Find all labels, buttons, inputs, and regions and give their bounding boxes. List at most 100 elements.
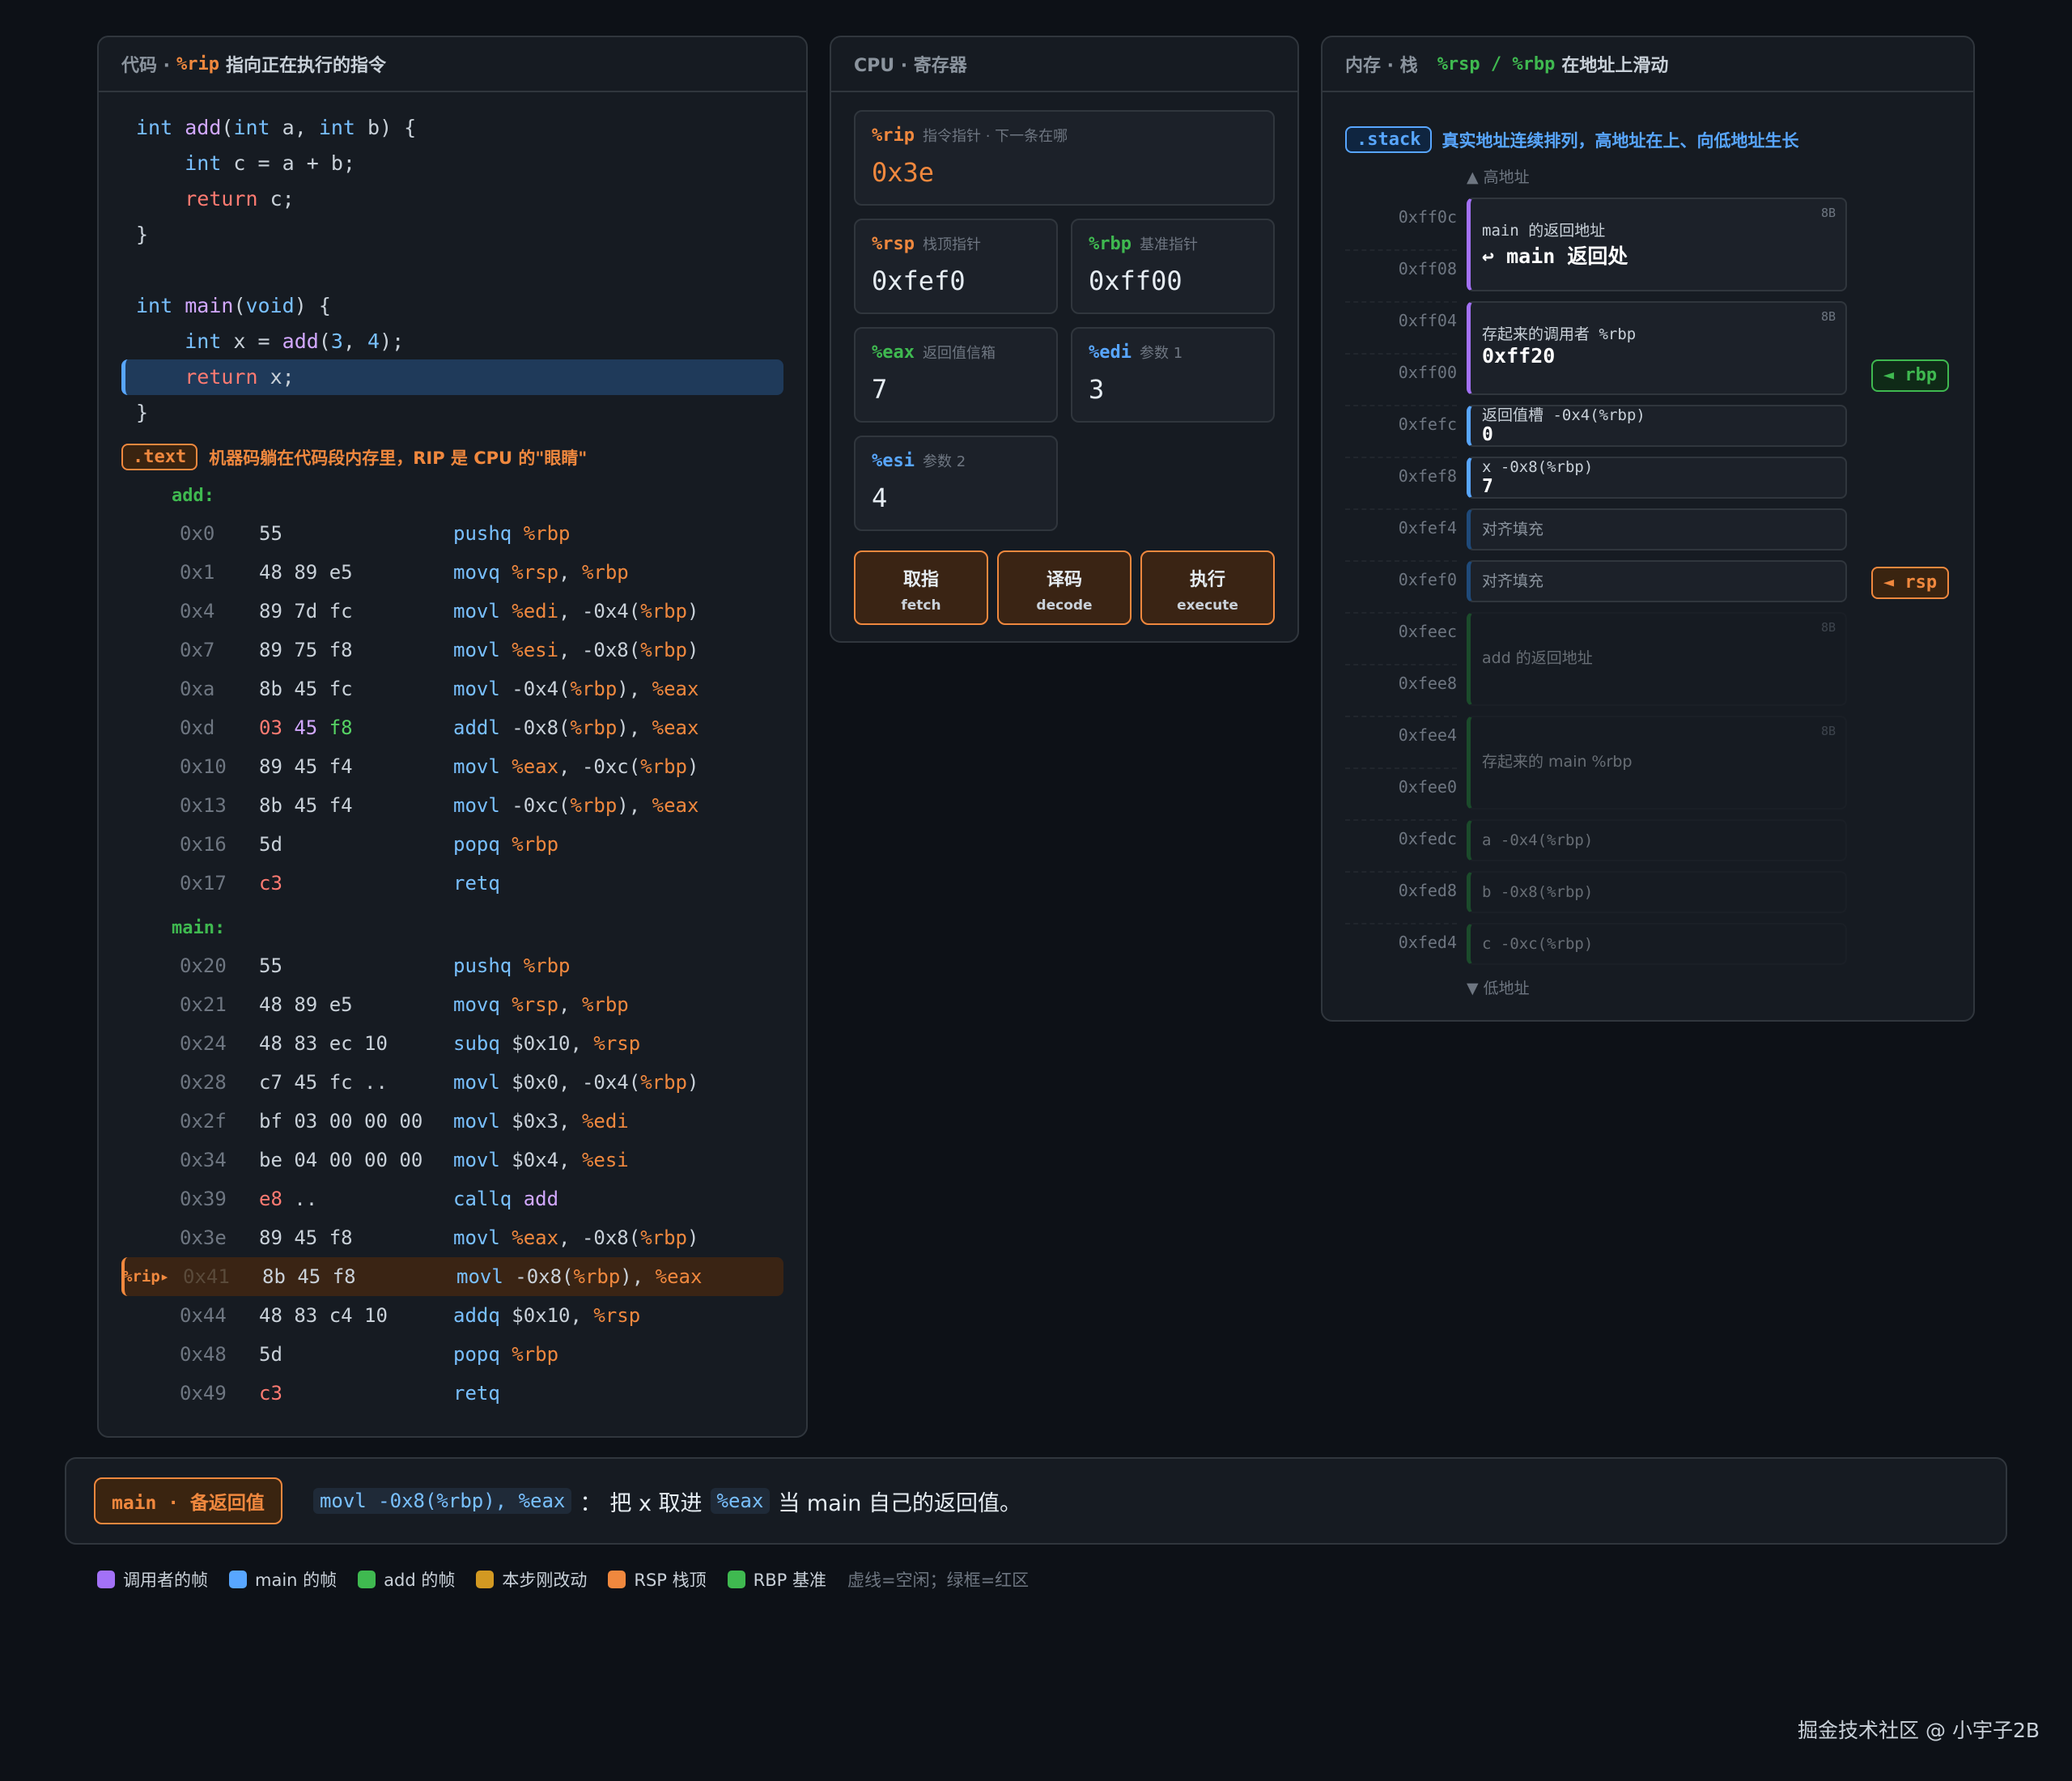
legend-item: main 的帧 (229, 1567, 337, 1592)
button-sublabel: execute (1177, 597, 1238, 614)
asm-row: 0x16 5d popq %rbp (121, 825, 783, 864)
code-panel-header: 代码 · %rip 指向正在执行的指令 (99, 37, 806, 92)
asm-row: 0x0 55 pushq %rbp (121, 514, 783, 553)
reg-name: %rsp (872, 234, 915, 254)
asm-row: 0x1 48 89 e5 movq %rsp, %rbp (121, 553, 783, 592)
mem-head-regs: %rsp / %rbp (1437, 53, 1556, 74)
asm-instruction: movl $0x3, %edi (453, 1110, 629, 1133)
asm-row: 0x3e 89 45 f8 movl %eax, -0x8(%rbp) (121, 1218, 783, 1257)
stack-slot-main-return: main 的返回地址 ↩ main 返回处 8B (1467, 198, 1847, 291)
code-head-prefix: 代码 · (121, 56, 171, 76)
stack-slot-padding-1: 对齐填充 (1467, 508, 1847, 550)
asm-bytes: 8b 45 f4 (259, 794, 353, 817)
asm-instruction: callq add (453, 1188, 559, 1210)
asm-address: 0x2f (180, 1110, 227, 1133)
memory-address: 0xfee4 (1398, 725, 1457, 745)
reg-desc: 参数 2 (922, 453, 966, 470)
asm-row: 0x20 55 pushq %rbp (121, 946, 783, 985)
source-line: int x = add(3, 4); (185, 329, 405, 353)
legend-item: RSP 栈顶 (608, 1567, 707, 1592)
memory-address: 0xff08 (1398, 259, 1457, 278)
asm-address: 0x7 (180, 639, 215, 661)
source-line: int add(int a, int b) { (136, 116, 417, 139)
stack-slot-saved-main-rbp: 存起来的 main %rbp 8B (1467, 716, 1847, 810)
asm-row: 0x21 48 89 e5 movq %rsp, %rbp (121, 985, 783, 1024)
button-label: 译码 (1046, 570, 1082, 590)
status-bar: main · 备返回值 movl -0x8(%rbp), %eax ： 把 x … (65, 1457, 2007, 1545)
legend-swatch (608, 1571, 626, 1588)
asm-address: 0x17 (180, 872, 227, 895)
asm-row: 0x48 5d popq %rbp (121, 1335, 783, 1374)
text-section-desc: 机器码躺在代码段内存里，RIP 是 CPU 的"眼睛" (209, 448, 588, 468)
stack-desc: 真实地址连续排列，高地址在上、向低地址生长 (1441, 130, 1799, 151)
asm-address: 0x44 (180, 1304, 227, 1327)
asm-instruction: movl -0x4(%rbp), %eax (453, 678, 699, 700)
asm-address: 0x4 (180, 600, 215, 623)
register-edi: %edi 参数 1 3 (1071, 327, 1275, 423)
asm-row: 0x13 8b 45 f4 movl -0xc(%rbp), %eax (121, 786, 783, 825)
asm-bytes: 8b 45 f8 (262, 1265, 356, 1288)
stack-slot-c: c -0xc(%rbp) (1467, 923, 1847, 965)
slot-label: 存起来的 main %rbp (1482, 753, 1633, 771)
legend-label: RBP 基准 (753, 1571, 826, 1590)
asm-instruction: movl $0x4, %esi (453, 1149, 629, 1171)
decode-button[interactable]: 译码 decode (997, 550, 1132, 625)
memory-panel: 内存 · 栈 %rsp / %rbp 在地址上滑动 .stack 真实地址连续排… (1321, 36, 1975, 1022)
fetch-button[interactable]: 取指 fetch (854, 550, 988, 625)
execute-button[interactable]: 执行 execute (1140, 550, 1275, 625)
source-line: } (136, 401, 149, 424)
reg-name: %esi (872, 451, 915, 471)
asm-label-add: add: (172, 486, 214, 506)
asm-address: 0x28 (180, 1071, 227, 1094)
asm-bytes: c3 (259, 872, 282, 895)
asm-row: 0x34 be 04 00 00 00 movl $0x4, %esi (121, 1141, 783, 1180)
asm-bytes: 89 45 f8 (259, 1226, 353, 1249)
asm-bytes: 48 83 c4 10 (259, 1304, 388, 1327)
source-code: int add(int a, int b) { int c = a + b; r… (99, 92, 806, 431)
asm-row-current: %rip▸ 0x41 8b 45 f8 movl -0x8(%rbp), %eax (121, 1257, 783, 1296)
code-panel: 代码 · %rip 指向正在执行的指令 int add(int a, int b… (97, 36, 808, 1438)
asm-row: 0x7 89 75 f8 movl %esi, -0x8(%rbp) (121, 631, 783, 669)
asm-instruction: retq (453, 1382, 500, 1405)
memory-address: 0xfeec (1398, 622, 1457, 641)
slot-size: 8B (1820, 309, 1836, 324)
reg-value: 0xfef0 (872, 266, 966, 296)
rsp-pointer: ◄ rsp (1871, 567, 1949, 599)
asm-row: 0x44 48 83 c4 10 addq $0x10, %rsp (121, 1296, 783, 1335)
asm-address: 0x3e (180, 1226, 227, 1249)
asm-address: 0x16 (180, 833, 227, 856)
text-section-tag-row: .text 机器码躺在代码段内存里，RIP 是 CPU 的"眼睛" (121, 444, 783, 470)
asm-instruction: movq %rsp, %rbp (453, 561, 629, 584)
memory-panel-header: 内存 · 栈 %rsp / %rbp 在地址上滑动 (1323, 37, 1973, 92)
asm-row: 0xa 8b 45 fc movl -0x4(%rbp), %eax (121, 669, 783, 708)
watermark: 掘金技术社区 @ 小宇子2B (1798, 1719, 2040, 1742)
asm-instruction: movl -0x8(%rbp), %eax (456, 1265, 703, 1288)
memory-address: 0xfee8 (1398, 674, 1457, 693)
asm-bytes: 48 89 e5 (259, 993, 353, 1016)
code-head-suffix: 指向正在执行的指令 (226, 56, 387, 76)
asm-instruction: movl -0xc(%rbp), %eax (453, 794, 699, 817)
asm-instruction: retq (453, 872, 500, 895)
legend-label: 调用者的帧 (123, 1571, 208, 1590)
memory-address: 0xfee0 (1398, 777, 1457, 797)
source-line: } (136, 223, 149, 246)
legend-swatch (476, 1571, 495, 1588)
asm-bytes: bf 03 00 00 00 (259, 1110, 423, 1133)
asm-address: 0x10 (180, 755, 227, 778)
asm-row: 0x2f bf 03 00 00 00 movl $0x3, %edi (121, 1102, 783, 1141)
step-chip: main · 备返回值 (94, 1477, 282, 1524)
asm-instruction: movl %esi, -0x8(%rbp) (453, 639, 699, 661)
text-section-tag: .text (121, 444, 198, 470)
asm-address: 0x49 (180, 1382, 227, 1405)
legend-item: add 的帧 (358, 1567, 455, 1592)
high-address-label: ▲ 高地址 (1467, 168, 1530, 186)
slot-label: a -0x4(%rbp) (1482, 831, 1594, 849)
source-line: return c; (185, 187, 295, 210)
reg-desc: 基准指针 (1139, 236, 1198, 253)
legend-swatch (727, 1571, 745, 1588)
asm-bytes: 55 (259, 522, 282, 545)
stack-tag-row: .stack 真实地址连续排列，高地址在上、向低地址生长 (1345, 126, 1798, 153)
reg-desc: 栈顶指针 (922, 236, 981, 253)
legend-swatch (97, 1571, 115, 1588)
memory-address: 0xfef4 (1398, 518, 1457, 538)
